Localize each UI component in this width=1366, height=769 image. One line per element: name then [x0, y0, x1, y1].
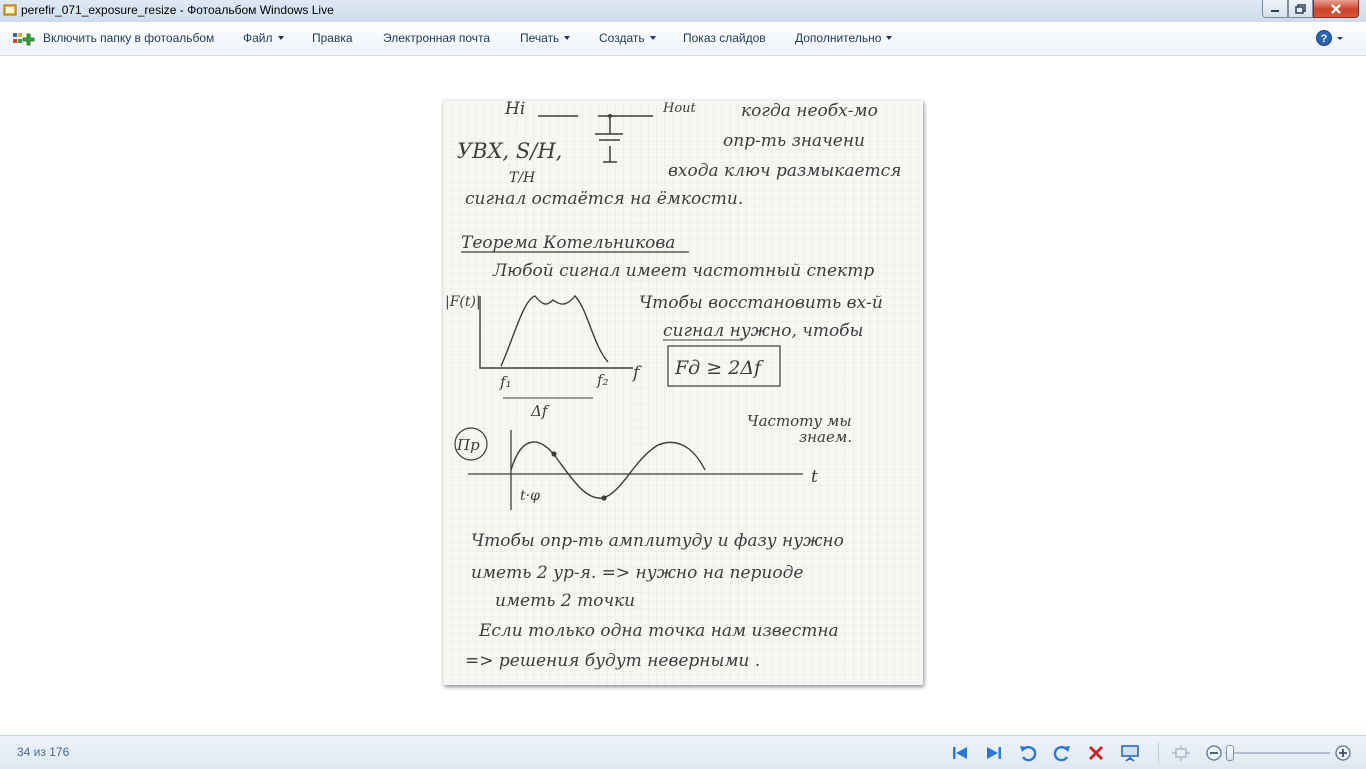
note-text: T/H: [509, 170, 536, 186]
chevron-down-icon: [277, 36, 284, 40]
file-menu-label: Файл: [243, 31, 273, 45]
note-text: Чтобы опр-ть амплитуду и фазу нужно: [471, 531, 844, 551]
file-menu[interactable]: Файл: [243, 22, 284, 55]
note-text: f₂: [596, 371, 609, 389]
slideshow-control-button[interactable]: [1120, 743, 1140, 763]
note-heading: Теорема Котельникова: [461, 233, 675, 253]
note-text: Пр: [456, 436, 480, 454]
create-menu-label: Создать: [599, 31, 645, 45]
rotate-left-icon: [1020, 746, 1037, 762]
svg-text:?: ?: [1321, 33, 1328, 45]
rotate-right-button[interactable]: [1052, 743, 1072, 763]
create-menu[interactable]: Создать: [599, 22, 656, 55]
note-text: Если только одна точка нам известна: [478, 621, 839, 641]
photo-counter: 34 из 176: [17, 745, 70, 759]
slideshow-button[interactable]: Показ слайдов: [683, 22, 766, 55]
print-menu[interactable]: Печать: [520, 22, 571, 55]
chevron-down-icon: [649, 36, 656, 40]
previous-icon: [953, 747, 967, 759]
handwritten-notes-photo: Hi Hout когда необх-мо опр-ть значени УВ…: [443, 100, 923, 685]
chevron-down-icon: [886, 36, 893, 40]
note-text: сигнал нужно, чтобы: [663, 321, 863, 341]
edit-menu[interactable]: Правка: [312, 22, 353, 55]
include-folder-button[interactable]: Включить папку в фотоальбом: [43, 22, 214, 55]
actual-size-button[interactable]: [1171, 743, 1191, 763]
menu-bar: Включить папку в фотоальбом Файл Правка …: [0, 22, 1366, 56]
zoom-slider-thumb[interactable]: [1226, 745, 1234, 761]
divider: [1158, 742, 1159, 764]
note-text: иметь 2 точки: [495, 591, 635, 611]
note-text: когда необх-мо: [741, 101, 878, 121]
control-bar: 34 из 176: [0, 735, 1366, 769]
help-icon: ?: [1316, 30, 1343, 46]
note-text: |F(t)|: [445, 294, 481, 310]
include-folder-icon: [13, 33, 35, 46]
note-text: УВХ, S/H,: [457, 139, 562, 163]
more-menu[interactable]: Дополнительно: [795, 22, 893, 55]
rotate-left-button[interactable]: [1018, 743, 1038, 763]
previous-button[interactable]: [950, 743, 970, 763]
note-text: Δf: [530, 402, 550, 420]
close-icon: [1331, 3, 1341, 14]
note-text: Hi: [504, 100, 525, 119]
note-text: t: [811, 467, 818, 487]
chevron-down-icon: [564, 36, 571, 40]
restore-button[interactable]: [1288, 0, 1313, 18]
zoom-in-button[interactable]: [1333, 743, 1353, 763]
photo-gallery-app-icon: [3, 4, 17, 16]
print-menu-label: Печать: [520, 31, 560, 45]
note-text: сигнал остаётся на ёмкости.: [465, 189, 743, 209]
zoom-out-button[interactable]: [1204, 743, 1224, 763]
email-menu[interactable]: Электронная почта: [383, 22, 490, 55]
restore-icon: [1295, 3, 1306, 14]
window-title: perefir_071_exposure_resize - Фотоальбом…: [21, 3, 334, 17]
note-text: Чтобы восстановить вх-й: [639, 293, 883, 313]
slideshow-icon: [1121, 745, 1139, 762]
note-formula: Fд ≥ 2Δf: [674, 357, 764, 379]
close-button[interactable]: [1313, 0, 1359, 18]
note-text: знаем.: [799, 428, 852, 446]
note-text: f₁: [499, 373, 512, 391]
note-text: t·φ: [520, 488, 540, 504]
note-text: Hout: [662, 101, 697, 116]
delete-button[interactable]: [1086, 743, 1106, 763]
more-menu-label: Дополнительно: [795, 31, 882, 45]
zoom-in-icon: [1335, 745, 1351, 761]
zoom-slider-track[interactable]: [1225, 752, 1330, 754]
note-text: входа ключ размыкается: [668, 161, 901, 181]
note-text: => решения будут неверными .: [465, 651, 760, 671]
title-bar: perefir_071_exposure_resize - Фотоальбом…: [0, 0, 1366, 23]
help-button[interactable]: ?: [1316, 29, 1346, 47]
actual-size-icon: [1172, 745, 1190, 761]
note-text: опр-ть значени: [723, 131, 865, 151]
note-text: Любой сигнал имеет частотный спектр: [492, 261, 874, 281]
delete-icon: [1089, 746, 1103, 760]
zoom-out-icon: [1206, 745, 1222, 761]
next-icon: [987, 747, 1001, 759]
minimize-button[interactable]: [1262, 0, 1288, 18]
rotate-right-icon: [1053, 746, 1070, 762]
next-button[interactable]: [984, 743, 1004, 763]
photo-viewer: Hi Hout когда необх-мо опр-ть значени УВ…: [0, 56, 1366, 735]
note-text: иметь 2 ур-я. => нужно на периоде: [471, 563, 803, 583]
minimize-icon: [1271, 9, 1279, 12]
